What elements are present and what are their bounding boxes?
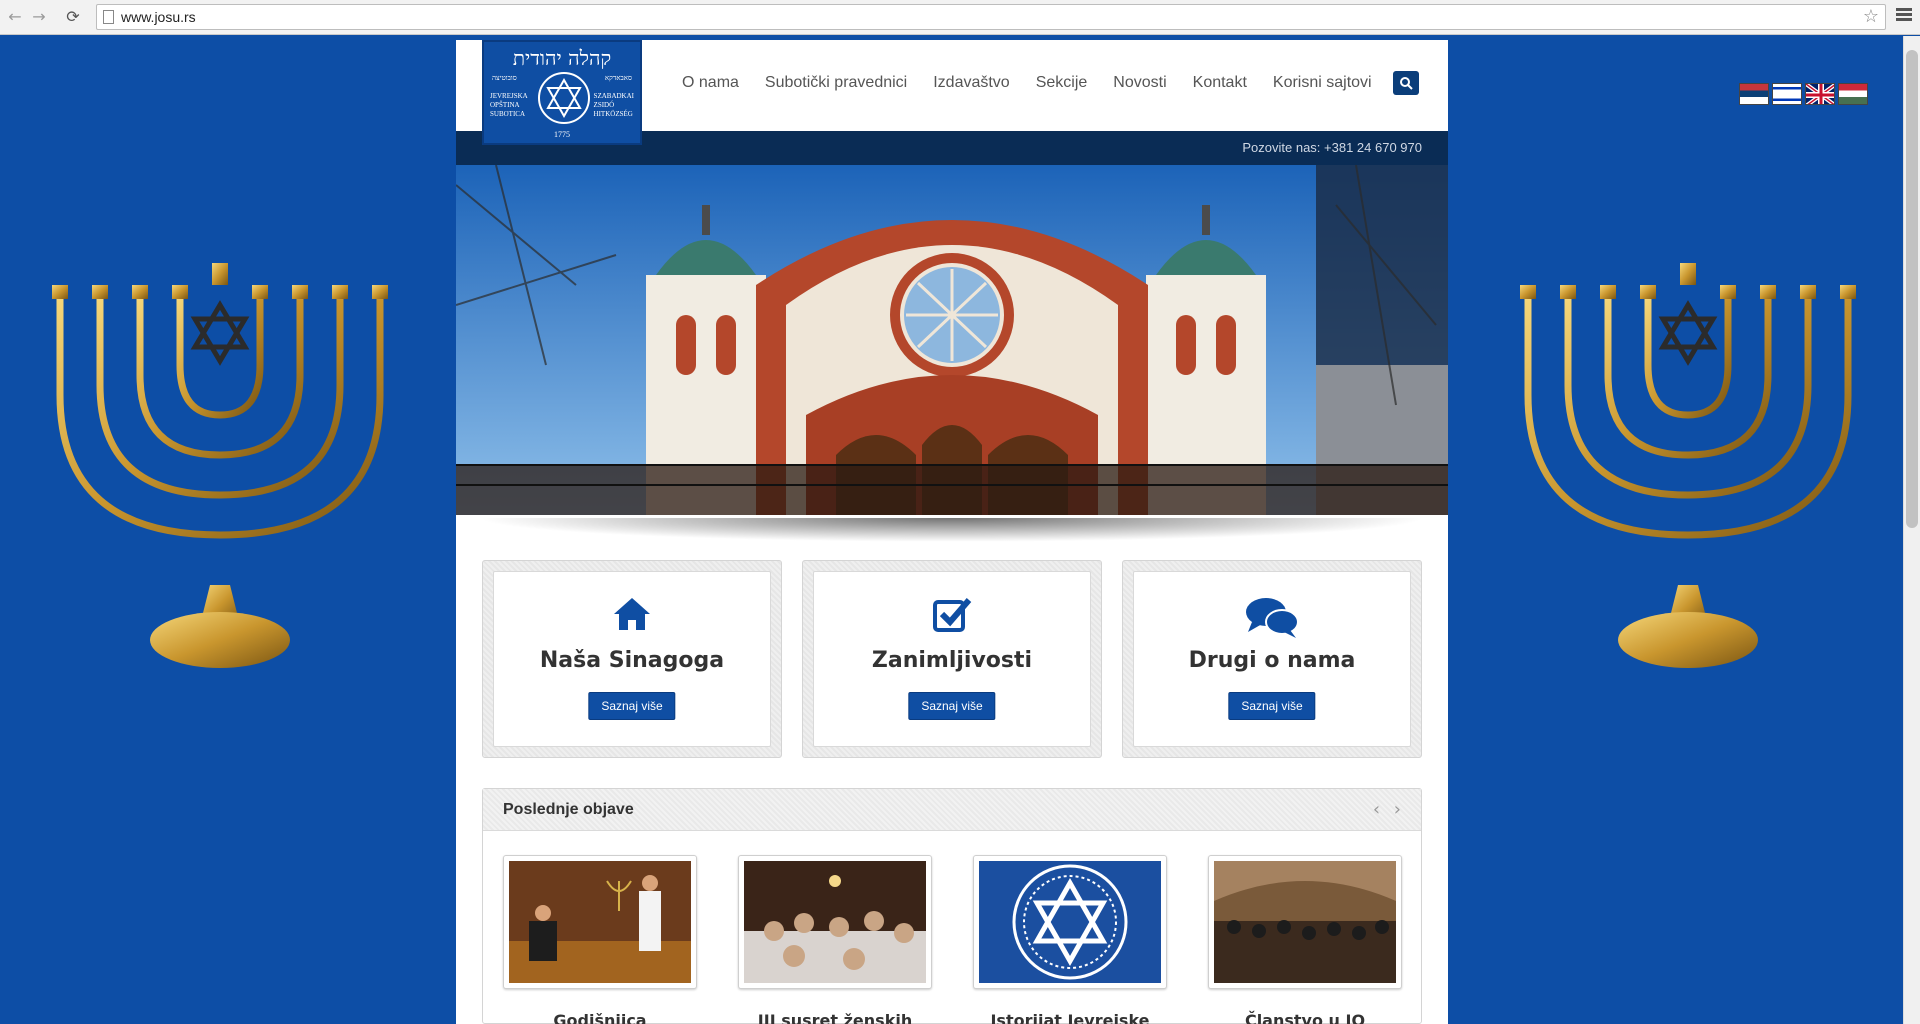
reload-button[interactable]: ⟳ [62,6,84,28]
site-container: קהלה יהודית סובוטיצה סאבאדקא JEVREJSKA OP… [456,40,1448,1024]
post-thumbnail-image [1214,861,1396,983]
post-thumbnail-image [744,861,926,983]
search-icon [1400,77,1413,90]
back-button[interactable]: ← [4,6,26,28]
language-flags [1739,83,1868,105]
menorah-right-image [1520,263,1856,668]
site-header: קהלה יהודית סובוטיצה סאבאדקא JEVREJSKA OP… [456,40,1448,145]
feature-box-synagogue: Naša Sinagoga Saznaj više [482,560,782,758]
home-icon [614,598,650,630]
hungarian-flag-icon[interactable] [1838,83,1868,105]
address-bar[interactable]: www.josu.rs ☆ [96,4,1886,30]
post-item[interactable]: Istorijat Jevrejske [973,855,1167,1024]
carousel-arrows-icon[interactable]: ‹ › [1373,799,1405,820]
feature-box-others-about-us: Drugi o nama Saznaj više [1122,560,1422,758]
main-navigation: O nama Subotički pravednici Izdavaštvo S… [682,74,1372,92]
feature-box-interesting: Zanimljivosti Saznaj više [802,560,1102,758]
logo-seal-icon [538,72,590,124]
learn-more-button[interactable]: Saznaj više [908,692,996,720]
page-scrollbar[interactable] [1903,36,1920,1024]
serbian-flag-icon[interactable] [1739,83,1769,105]
post-thumbnail-image [979,861,1161,983]
nav-kontakt[interactable]: Kontakt [1193,74,1247,92]
browser-menu-icon[interactable] [1896,8,1912,24]
check-square-icon [933,598,972,632]
recent-posts-title: Poslednje objave [503,801,634,818]
learn-more-button[interactable]: Saznaj više [1228,692,1316,720]
uk-flag-icon[interactable] [1805,83,1835,105]
post-title: Istorijat Jevrejske [990,1011,1150,1024]
post-title: III susret ženskih [757,1011,913,1024]
search-button[interactable] [1393,71,1419,95]
phone-text: Pozovite nas: +381 24 670 970 [1242,140,1422,155]
israeli-flag-icon[interactable] [1772,83,1802,105]
logo-left-text: JEVREJSKA OPŠTINA SUBOTICA [490,92,528,118]
post-item[interactable]: Godišnjica [503,855,697,1024]
post-item[interactable]: Članstvo u JO [1208,855,1402,1024]
comments-icon [1246,598,1299,638]
post-thumbnail-image [509,861,691,983]
recent-posts-header: Poslednje objave ‹ › [483,789,1421,831]
bookmark-star-icon[interactable]: ☆ [1863,6,1879,27]
post-title: Članstvo u JO [1244,1011,1366,1024]
browser-toolbar: ← → ⟳ www.josu.rs ☆ [0,0,1920,35]
recent-posts-panel: Poslednje objave ‹ › Godišnjica III susr… [482,788,1422,1024]
hero-shadow [476,518,1428,542]
nav-sekcije[interactable]: Sekcije [1036,74,1088,92]
logo-hebrew-title: קהלה יהודית [512,46,612,70]
logo-year: 1775 [554,130,570,139]
logo-right-text: SZABADKAI ZSIDÓ HITKÖZSÉG [593,92,634,118]
logo-left-hebrew: סובוטיצה [492,74,517,82]
scrollbar-thumb[interactable] [1906,50,1918,528]
nav-korisni-sajtovi[interactable]: Korisni sajtovi [1273,74,1372,92]
url-text: www.josu.rs [121,9,196,25]
feature-title: Drugi o nama [1188,648,1356,673]
menorah-left-image [52,263,388,668]
page-icon [103,10,114,24]
forward-button[interactable]: → [28,6,50,28]
nav-suboticki-pravednici[interactable]: Subotički pravednici [765,74,907,92]
site-logo[interactable]: קהלה יהודית סובוטיצה סאבאדקא JEVREJSKA OP… [482,40,642,145]
nav-novosti[interactable]: Novosti [1113,74,1166,92]
synagogue-hero-image [456,165,1448,515]
learn-more-button[interactable]: Saznaj više [588,692,676,720]
feature-title: Zanimljivosti [871,648,1033,673]
logo-right-hebrew: סאבאדקא [604,74,632,82]
post-item[interactable]: III susret ženskih [738,855,932,1024]
post-title: Godišnjica [553,1011,647,1024]
nav-izdavastvo[interactable]: Izdavaštvo [933,74,1009,92]
nav-o-nama[interactable]: O nama [682,74,739,92]
feature-title: Naša Sinagoga [539,648,725,673]
